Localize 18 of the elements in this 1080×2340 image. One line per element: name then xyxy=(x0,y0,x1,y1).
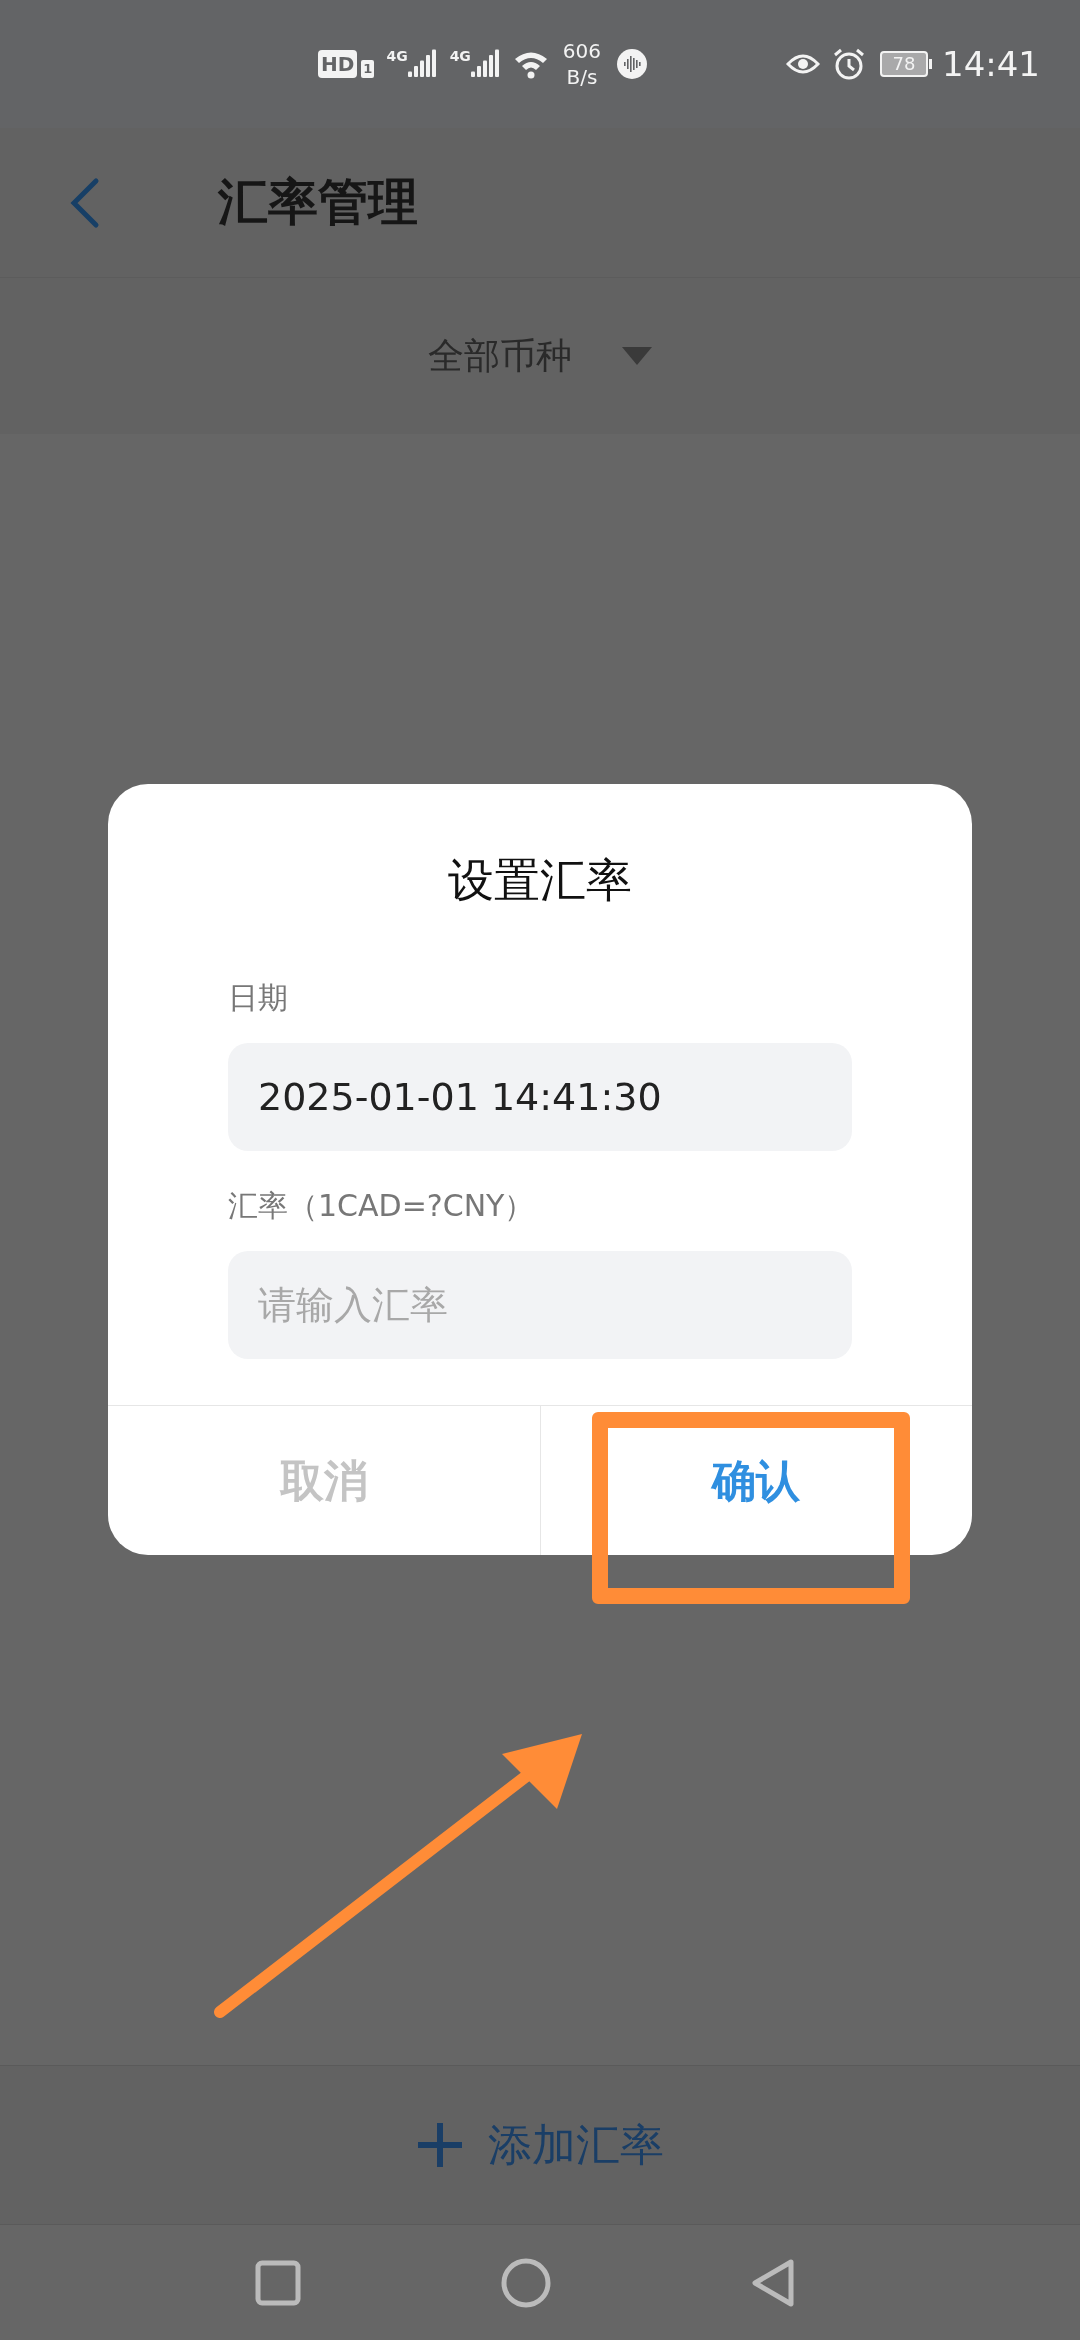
network-label: 4G xyxy=(449,49,471,63)
page-title: 汇率管理 xyxy=(218,172,418,233)
network-speed: 606 xyxy=(562,38,602,64)
clock: 14:41 xyxy=(942,42,1040,86)
input-field[interactable]: 2025-01-01 14:41:30 xyxy=(228,1043,852,1151)
currency-filter-dropdown[interactable]: 全部币种 xyxy=(428,329,652,383)
hd-badge: HD xyxy=(318,50,358,78)
speed-unit: B/s xyxy=(566,64,598,90)
confirm-button[interactable]: 确认 xyxy=(539,1406,972,1555)
input-field[interactable]: 请输入汇率 xyxy=(228,1251,852,1359)
sim-badge: 1 xyxy=(361,60,375,78)
field-label: 日期 xyxy=(228,983,289,1013)
add-rate-button[interactable]: 添加汇率 xyxy=(416,2112,664,2178)
cancel-button[interactable]: 取消 xyxy=(108,1406,540,1555)
dialog-title: 设置汇率 xyxy=(448,857,632,903)
network-label: 4G xyxy=(386,49,408,63)
battery-indicator: 78 xyxy=(880,51,928,77)
field-label: 汇率（1CAD=?CNY） xyxy=(228,1191,536,1221)
